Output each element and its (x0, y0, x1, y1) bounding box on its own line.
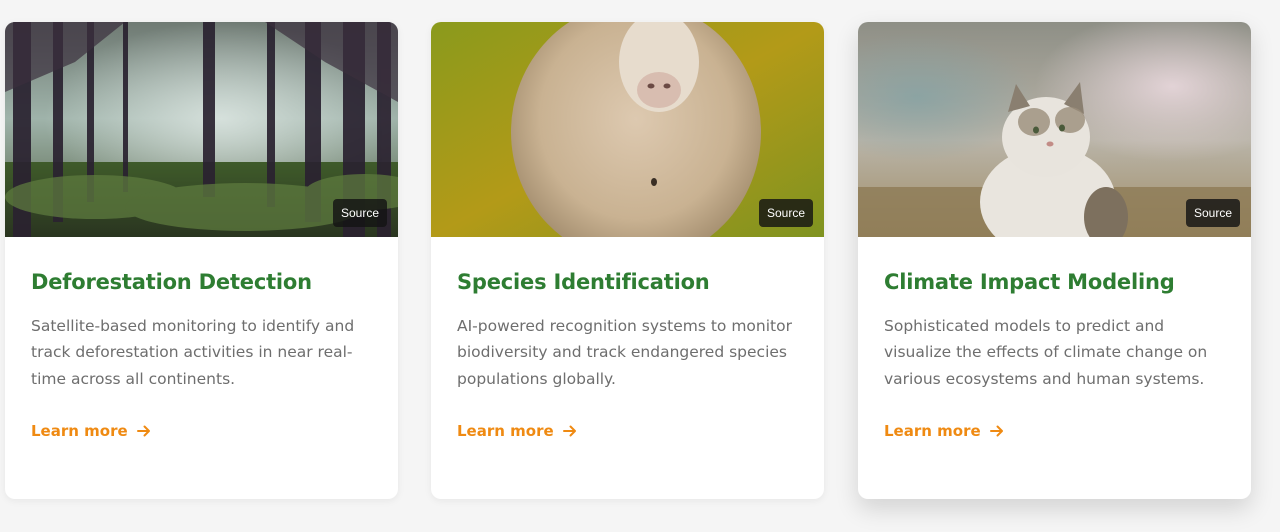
learn-more-link[interactable]: Learn more (457, 422, 578, 440)
learn-more-link[interactable]: Learn more (31, 422, 152, 440)
card-climate-impact-modeling: Source Climate Impact Modeling Sophistic… (858, 22, 1251, 499)
source-badge[interactable]: Source (1185, 199, 1240, 227)
learn-more-label: Learn more (31, 421, 128, 440)
source-badge[interactable]: Source (758, 199, 813, 227)
learn-more-label: Learn more (457, 421, 554, 440)
card-deforestation-detection: Source Deforestation Detection Satellite… (5, 22, 398, 499)
source-badge[interactable]: Source (332, 199, 387, 227)
card-title: Climate Impact Modeling (884, 270, 1175, 294)
forest-image: Source (5, 22, 398, 237)
card-description: Satellite-based monitoring to identify a… (31, 317, 355, 388)
cat-image: Source (858, 22, 1251, 237)
arrow-right-icon (989, 423, 1005, 439)
feature-cards-grid: Source Deforestation Detection Satellite… (0, 0, 1280, 532)
card-title: Species Identification (457, 270, 710, 294)
card-title: Deforestation Detection (31, 270, 312, 294)
learn-more-label: Learn more (884, 421, 981, 440)
card-description: Sophisticated models to predict and visu… (884, 317, 1208, 388)
card-species-identification: Source Species Identification AI-powered… (431, 22, 824, 499)
arrow-right-icon (136, 423, 152, 439)
arrow-right-icon (562, 423, 578, 439)
learn-more-link[interactable]: Learn more (884, 422, 1005, 440)
sheep-image: Source (431, 22, 824, 237)
card-description: AI-powered recognition systems to monito… (457, 317, 792, 388)
